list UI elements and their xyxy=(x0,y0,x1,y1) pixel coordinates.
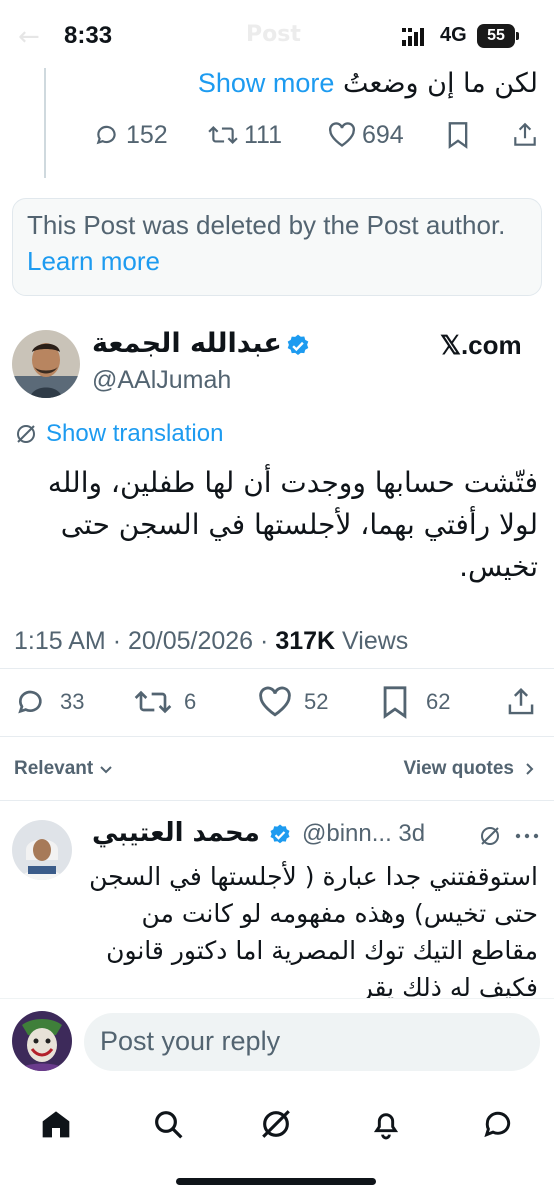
share-icon xyxy=(508,687,534,715)
views-count[interactable]: 317K xyxy=(275,627,335,655)
post-meta: 1:15 AM · 20/05/2026 · 317K Views xyxy=(14,627,408,656)
deleted-post-notice: This Post was deleted by the Post author… xyxy=(12,198,542,296)
my-avatar-image xyxy=(12,1011,72,1071)
divider xyxy=(0,668,554,669)
my-avatar[interactable] xyxy=(12,1011,72,1071)
bookmark-button[interactable]: 62 xyxy=(380,685,450,719)
show-translation-button[interactable]: Show translation xyxy=(14,420,223,448)
views-label: Views xyxy=(342,627,409,655)
reply-avatar[interactable] xyxy=(12,820,72,880)
meta-separator-1: · xyxy=(112,627,128,655)
meta-separator-2: · xyxy=(260,627,276,655)
reply-button[interactable]: 33 xyxy=(14,686,84,718)
messages-icon xyxy=(484,1111,511,1138)
deleted-post-text: This Post was deleted by the Post author… xyxy=(27,210,506,240)
divider xyxy=(0,736,554,737)
sort-label: Relevant xyxy=(14,758,94,779)
bookmark-button[interactable] xyxy=(446,121,470,149)
reply-age: 3d xyxy=(398,820,426,847)
like-button[interactable]: 694 xyxy=(328,121,404,150)
repost-count: 6 xyxy=(184,689,197,714)
sort-replies-button[interactable]: Relevant xyxy=(14,758,115,780)
post-date: 20/05/2026 xyxy=(127,627,254,655)
tab-messages[interactable] xyxy=(476,1102,520,1146)
reply-avatar-image xyxy=(12,820,72,880)
like-count: 694 xyxy=(362,120,404,149)
author-avatar[interactable] xyxy=(12,330,80,398)
tab-grok[interactable] xyxy=(254,1102,298,1146)
back-arrow-icon[interactable]: ← xyxy=(18,22,40,52)
repost-button[interactable]: 6 xyxy=(134,686,196,718)
reply-icon xyxy=(96,125,116,145)
heart-icon xyxy=(329,122,355,147)
post-body: فتّشت حسابها ووجدت أن لها طفلين، والله ل… xyxy=(47,466,538,583)
reply-handle-row: @binn... 3d xyxy=(302,820,425,848)
view-quotes-button[interactable]: View quotes xyxy=(403,758,538,780)
status-time: 8:33 xyxy=(64,22,113,49)
home-icon xyxy=(42,1111,70,1138)
like-button[interactable]: 52 xyxy=(258,686,328,718)
signal-icon xyxy=(402,28,424,46)
show-translation-label: Show translation xyxy=(46,420,224,447)
reply-count: 152 xyxy=(126,120,168,149)
home-indicator[interactable] xyxy=(176,1178,376,1185)
author-avatar-image xyxy=(12,330,80,398)
status-bar: ← Post 8:33 4G 55 xyxy=(0,0,554,72)
reply-icon xyxy=(18,690,42,714)
share-button[interactable] xyxy=(512,121,538,149)
show-more-link[interactable]: Show more xyxy=(198,68,335,98)
verified-badge-icon xyxy=(270,824,290,844)
repost-button[interactable]: 111 xyxy=(208,121,282,150)
battery-icon: 55 xyxy=(477,24,519,48)
repost-count: 111 xyxy=(244,120,283,149)
reply-button[interactable]: 152 xyxy=(94,121,168,150)
tab-search[interactable] xyxy=(146,1102,190,1146)
post-actions: 33 6 52 62 xyxy=(14,684,540,720)
learn-more-link[interactable]: Learn more xyxy=(27,246,160,276)
thread-line xyxy=(44,68,46,178)
source-label[interactable]: 𝕏.com xyxy=(440,330,522,361)
translate-icon xyxy=(17,425,35,443)
heart-icon xyxy=(259,686,291,717)
reply-author-name[interactable]: محمد العتيبي xyxy=(92,818,260,848)
reply-handle[interactable]: @binn... xyxy=(302,820,392,847)
reply-input[interactable]: Post your reply xyxy=(84,1013,540,1071)
post-time: 1:15 AM xyxy=(14,627,106,655)
search-icon xyxy=(155,1111,183,1139)
battery-level: 55 xyxy=(487,27,505,44)
more-options-icon[interactable] xyxy=(514,832,540,840)
previous-post-text[interactable]: لكن ما إن وضعتُ Show more xyxy=(198,68,538,99)
share-icon xyxy=(514,122,536,146)
repost-icon xyxy=(208,125,238,145)
grok-icon xyxy=(262,1110,290,1138)
network-label: 4G xyxy=(440,24,467,46)
chevron-down-icon xyxy=(100,766,112,774)
share-button[interactable] xyxy=(506,686,536,718)
reply-body: استوقفتني جدا عبارة ( لأجلستها في السجن … xyxy=(89,862,538,998)
chevron-right-icon xyxy=(526,763,534,775)
divider xyxy=(0,800,554,801)
author-name[interactable]: عبدالله الجمعة xyxy=(92,328,282,359)
compose-bar: Post your reply xyxy=(0,998,554,1088)
grok-icon[interactable] xyxy=(478,824,502,848)
tab-notifications[interactable] xyxy=(364,1102,408,1146)
reply-count: 33 xyxy=(60,689,85,714)
repost-icon xyxy=(134,690,172,714)
previous-post-body: لكن ما إن وضعتُ xyxy=(343,68,538,99)
bookmark-count: 62 xyxy=(426,689,451,714)
verified-badge-icon xyxy=(287,334,309,355)
view-quotes-label: View quotes xyxy=(403,758,514,779)
bookmark-icon xyxy=(448,122,468,149)
previous-post-actions: 152 111 694 xyxy=(94,118,544,152)
like-count: 52 xyxy=(304,689,329,714)
notifications-icon xyxy=(373,1113,399,1140)
tab-home[interactable] xyxy=(34,1102,78,1146)
header-title: Post xyxy=(246,22,301,47)
bookmark-icon xyxy=(383,686,407,719)
author-handle[interactable]: @AAlJumah xyxy=(92,366,231,395)
